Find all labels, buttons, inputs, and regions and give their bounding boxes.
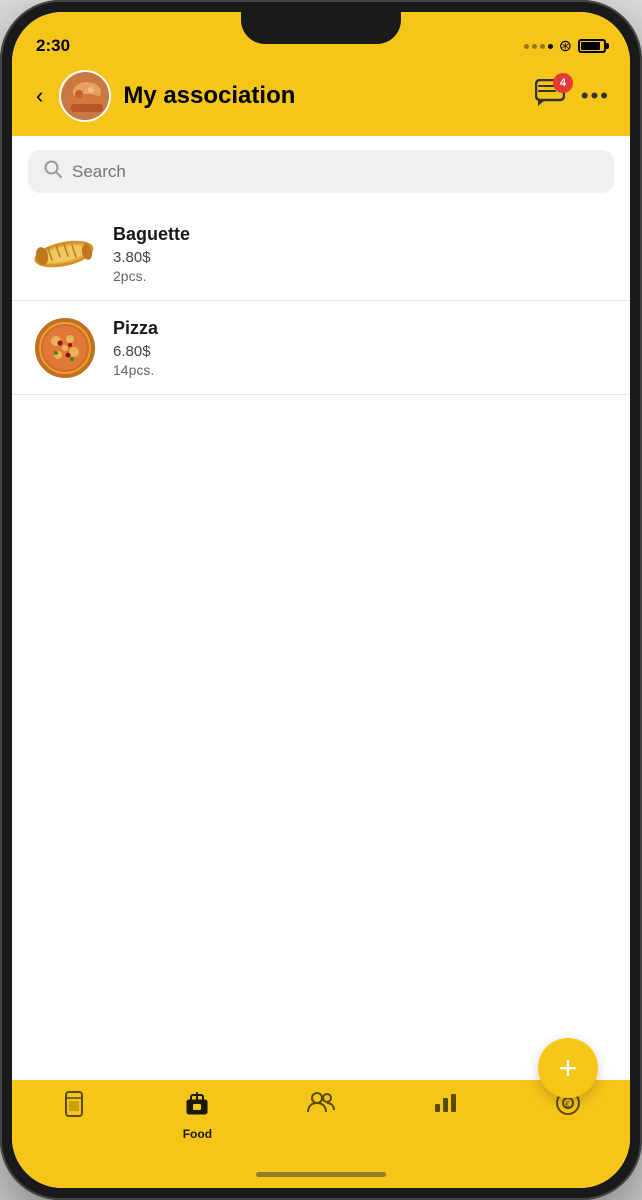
- nav-item-food[interactable]: Food: [136, 1090, 260, 1141]
- pizza-image: [32, 315, 97, 380]
- pizza-qty: 14pcs.: [113, 362, 610, 378]
- signal-dot-4: [548, 44, 553, 49]
- app-header: ‹ My association: [12, 62, 630, 136]
- avatar: [59, 70, 111, 122]
- more-options-button[interactable]: •••: [581, 83, 610, 109]
- stats-icon: [433, 1090, 457, 1121]
- list-item[interactable]: Pizza 6.80$ 14pcs.: [12, 301, 630, 395]
- svg-text:€: €: [565, 1100, 570, 1109]
- notification-button[interactable]: 4: [535, 79, 565, 114]
- items-list: Baguette 3.80$ 2pcs.: [12, 207, 630, 1080]
- fab-container: +: [538, 1038, 598, 1098]
- members-icon: [307, 1090, 335, 1121]
- page-title: My association: [123, 82, 523, 110]
- phone-frame: 2:30 ⊛ ‹: [0, 0, 642, 1200]
- search-icon: [44, 160, 62, 183]
- baguette-name: Baguette: [113, 224, 610, 245]
- battery-icon: [578, 39, 606, 53]
- signal-dot-2: [532, 44, 537, 49]
- baguette-image: [32, 221, 97, 286]
- drinks-icon: [62, 1090, 86, 1125]
- home-bar: [256, 1172, 386, 1177]
- back-button[interactable]: ‹: [32, 79, 47, 113]
- baguette-details: Baguette 3.80$ 2pcs.: [113, 224, 610, 284]
- battery-fill: [581, 42, 600, 50]
- baguette-qty: 2pcs.: [113, 268, 610, 284]
- add-button[interactable]: +: [538, 1038, 598, 1098]
- notch: [241, 12, 401, 44]
- food-label: Food: [183, 1127, 212, 1141]
- nav-item-drinks[interactable]: [12, 1090, 136, 1129]
- baguette-price: 3.80$: [113, 249, 610, 266]
- phone-screen: 2:30 ⊛ ‹: [12, 12, 630, 1188]
- home-indicator: [12, 1160, 630, 1188]
- pizza-name: Pizza: [113, 318, 610, 339]
- pizza-details: Pizza 6.80$ 14pcs.: [113, 318, 610, 378]
- status-icons: ⊛: [524, 36, 606, 56]
- status-time: 2:30: [36, 36, 70, 56]
- nav-item-stats[interactable]: [383, 1090, 507, 1125]
- search-box: [28, 150, 614, 193]
- search-container: [12, 136, 630, 207]
- notification-badge: 4: [553, 73, 573, 93]
- list-item[interactable]: Baguette 3.80$ 2pcs.: [12, 207, 630, 301]
- header-actions: 4 •••: [535, 79, 610, 114]
- signal-dot-3: [540, 44, 545, 49]
- pizza-price: 6.80$: [113, 343, 610, 360]
- main-content: Baguette 3.80$ 2pcs.: [12, 136, 630, 1080]
- wifi-icon: ⊛: [559, 36, 572, 56]
- signal-dot-1: [524, 44, 529, 49]
- signal-dots: [524, 44, 553, 49]
- nav-item-members[interactable]: [259, 1090, 383, 1125]
- food-icon: [184, 1090, 210, 1123]
- search-input[interactable]: [72, 162, 598, 182]
